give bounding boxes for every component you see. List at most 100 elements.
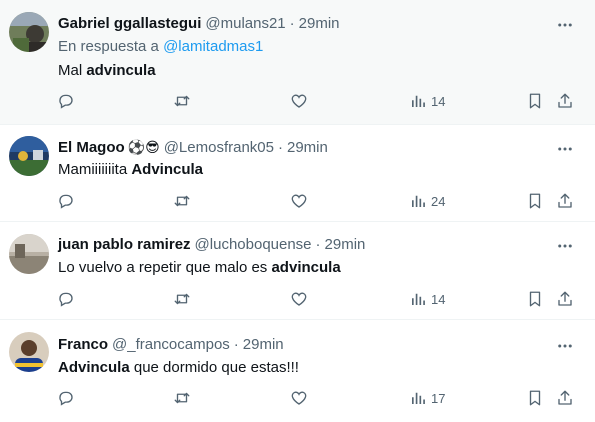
display-name[interactable]: El Magoo [58,139,125,156]
tweet[interactable]: Franco @_francocampos · 29min Advincula … [0,320,595,422]
views-button[interactable]: 17 [409,388,445,408]
user-handle[interactable]: @Lemosfrank05 [164,139,274,156]
tweet-header: juan pablo ramirez @luchoboquense · 29mi… [58,236,365,253]
tweet-header: Gabriel ggallastegui @mulans21 · 29min [58,15,340,32]
display-name[interactable]: juan pablo ramirez [58,236,191,253]
bookmark-button[interactable] [526,289,544,309]
tweet[interactable]: Gabriel ggallastegui @mulans21 · 29min E… [0,0,595,125]
tweet-actions: 14 [0,91,595,111]
views-count: 14 [431,93,446,109]
tweet-text-bold: Advincula [58,359,130,376]
retweet-icon [174,95,190,107]
tweet-actions: 17 [0,388,595,408]
views-icon [412,392,425,404]
bookmark-button[interactable] [526,191,544,211]
tweet-text-bold: Advincula [131,161,204,178]
tweet[interactable]: juan pablo ramirez @luchoboquense · 29mi… [0,222,595,320]
tweet-header: El Magoo ⚽😎 @Lemosfrank05 · 29min [58,139,328,156]
more-options-button[interactable] [555,336,575,356]
more-horizontal-icon [558,244,572,248]
retweet-icon [174,293,190,305]
tweet-header: Franco @_francocampos · 29min [58,336,284,353]
bookmark-button[interactable] [526,91,544,111]
reply-button[interactable] [57,191,75,211]
views-icon [412,293,425,305]
avatar[interactable] [9,12,49,52]
tweet-actions: 14 [0,289,595,309]
timestamp[interactable]: 29min [325,236,366,253]
avatar[interactable] [9,136,49,176]
heart-icon [291,94,307,108]
name-emoji: ⚽😎 [127,139,160,155]
reply-icon [59,292,73,307]
share-icon [558,93,572,108]
like-button[interactable] [290,388,308,408]
timestamp[interactable]: 29min [243,336,284,353]
user-handle[interactable]: @luchoboquense [195,236,312,253]
share-button[interactable] [556,91,574,111]
share-button[interactable] [556,388,574,408]
tweet-feed: Gabriel ggallastegui @mulans21 · 29min E… [0,0,595,422]
retweet-icon [174,392,190,404]
display-name[interactable]: Gabriel ggallastegui [58,15,201,32]
like-button[interactable] [290,289,308,309]
timestamp[interactable]: 29min [287,139,328,156]
reply-prefix: En respuesta a [58,38,159,55]
heart-icon [291,292,307,306]
reply-button[interactable] [57,289,75,309]
timestamp[interactable]: 29min [299,15,340,32]
tweet-actions: 24 [0,191,595,211]
more-options-button[interactable] [555,139,575,159]
retweet-button[interactable] [173,191,191,211]
reply-button[interactable] [57,388,75,408]
tweet-text-plain: Mal [58,62,87,79]
bookmark-icon [529,390,541,406]
bookmark-icon [529,193,541,209]
reply-mention-link[interactable]: @lamitadmas1 [163,38,263,55]
display-name[interactable]: Franco [58,336,108,353]
reply-icon [59,94,73,109]
share-button[interactable] [556,191,574,211]
reply-icon [59,194,73,209]
heart-icon [291,391,307,405]
tweet-text: Mamiiiiiiita Advincula [58,161,203,178]
avatar[interactable] [9,332,49,372]
reply-button[interactable] [57,91,75,111]
share-button[interactable] [556,289,574,309]
tweet-text: Advincula que dormido que estas!!! [58,359,299,376]
views-button[interactable]: 14 [409,91,445,111]
retweet-button[interactable] [173,289,191,309]
views-count: 17 [431,390,446,406]
retweet-button[interactable] [173,388,191,408]
bookmark-icon [529,93,541,109]
retweet-icon [174,195,190,207]
tweet-text-after: que dormido que estas!!! [129,359,299,376]
tweet-text: Mal advincula [58,62,156,79]
separator-dot: · [277,139,283,156]
separator-dot: · [289,15,295,32]
share-icon [558,390,572,405]
user-handle[interactable]: @mulans21 [205,15,285,32]
tweet-text-plain: Lo vuelvo a repetir que malo es [58,259,272,276]
tweet[interactable]: El Magoo ⚽😎 @Lemosfrank05 · 29min Mamiii… [0,125,595,222]
views-count: 24 [431,193,446,209]
user-handle[interactable]: @_francocampos [112,336,230,353]
more-options-button[interactable] [555,15,575,35]
views-button[interactable]: 24 [409,191,445,211]
views-icon [412,95,425,107]
separator-dot: · [233,336,239,353]
retweet-button[interactable] [173,91,191,111]
bookmark-icon [529,291,541,307]
avatar[interactable] [9,234,49,274]
separator-dot: · [315,236,321,253]
more-horizontal-icon [558,23,572,27]
bookmark-button[interactable] [526,388,544,408]
like-button[interactable] [290,191,308,211]
like-button[interactable] [290,91,308,111]
views-count: 14 [431,291,446,307]
tweet-text: Lo vuelvo a repetir que malo es advincul… [58,259,341,276]
views-button[interactable]: 14 [409,289,445,309]
more-horizontal-icon [558,147,572,151]
reply-context: En respuesta a @lamitadmas1 [58,38,263,55]
more-options-button[interactable] [555,236,575,256]
